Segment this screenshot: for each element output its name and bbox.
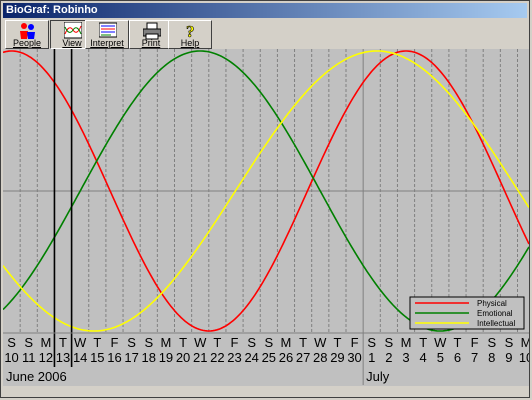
date-label: 24 [244,350,258,365]
date-label: 6 [454,350,461,365]
date-label: 2 [385,350,392,365]
date-label: 21 [193,350,207,365]
people-label: People [12,38,42,48]
date-label: 23 [227,350,241,365]
date-label: 1 [368,350,375,365]
date-label: 26 [279,350,293,365]
date-label: 29 [330,350,344,365]
day-of-week-label: S [385,335,394,350]
day-of-week-label: S [127,335,136,350]
day-of-week-label: S [367,335,376,350]
date-label: 27 [296,350,310,365]
date-label: 19 [159,350,173,365]
day-of-week-label: T [453,335,461,350]
day-of-week-label: T [93,335,101,350]
biorhythm-chart[interactable]: S10S11M12T13W14T15F16S17S18M19T20W21T22F… [3,49,529,386]
date-label: 17 [124,350,138,365]
legend-physical: Physical [477,299,507,308]
day-of-week-label: T [333,335,341,350]
date-label: 14 [73,350,87,365]
month-label: June 2006 [6,369,67,384]
title-bar: BioGraf: Robinho [3,3,527,18]
date-label: 25 [262,350,276,365]
date-label: 18 [142,350,156,365]
biograf-window: BioGraf: Robinho People View Interpret P… [0,0,530,398]
day-of-week-label: M [281,335,292,350]
help-button[interactable]: ? Help [168,20,212,49]
day-of-week-label: W [194,335,207,350]
date-label: 15 [90,350,104,365]
date-label: 16 [107,350,121,365]
day-of-week-label: M [40,335,51,350]
legend: Physical Emotional Intellectual [409,296,525,330]
date-label: 3 [402,350,409,365]
day-of-week-label: M [521,335,529,350]
day-of-week-label: F [351,335,359,350]
date-label: 9 [505,350,512,365]
day-of-week-label: S [505,335,514,350]
day-of-week-label: T [213,335,221,350]
date-label: 28 [313,350,327,365]
date-label: 8 [488,350,495,365]
date-label: 30 [347,350,361,365]
date-label: 10 [519,350,529,365]
date-label: 4 [420,350,427,365]
day-of-week-label: W [434,335,447,350]
date-label: 11 [22,350,36,365]
people-button[interactable]: People [5,20,49,49]
day-of-week-label: M [161,335,172,350]
day-of-week-label: M [401,335,412,350]
print-label: Print [141,38,161,48]
interpret-button[interactable]: Interpret [85,20,129,49]
day-of-week-label: T [59,335,67,350]
day-of-week-label: W [314,335,327,350]
date-label: 13 [56,350,70,365]
window-title: BioGraf: Robinho [6,4,98,16]
toolbar: People View Interpret Print ? Help [3,19,527,49]
day-of-week-label: S [24,335,33,350]
help-label: Help [180,38,200,48]
day-of-week-label: W [74,335,87,350]
legend-emotional: Emotional [477,309,513,318]
day-of-week-label: F [471,335,479,350]
day-of-week-label: S [247,335,256,350]
day-of-week-label: S [7,335,16,350]
legend-intellectual: Intellectual [477,319,515,328]
date-label: 7 [471,350,478,365]
date-label: 20 [176,350,190,365]
date-label: 10 [4,350,18,365]
day-of-week-label: T [179,335,187,350]
date-label: 22 [210,350,224,365]
day-of-week-label: S [264,335,273,350]
day-of-week-label: F [231,335,239,350]
interpret-label: Interpret [90,38,124,48]
month-label: July [366,369,390,384]
date-label: 12 [39,350,53,365]
print-button[interactable]: Print [129,20,173,49]
day-of-week-label: S [487,335,496,350]
day-of-week-label: T [299,335,307,350]
day-of-week-label: T [419,335,427,350]
day-of-week-label: S [144,335,153,350]
day-of-week-label: F [110,335,118,350]
date-label: 5 [437,350,444,365]
